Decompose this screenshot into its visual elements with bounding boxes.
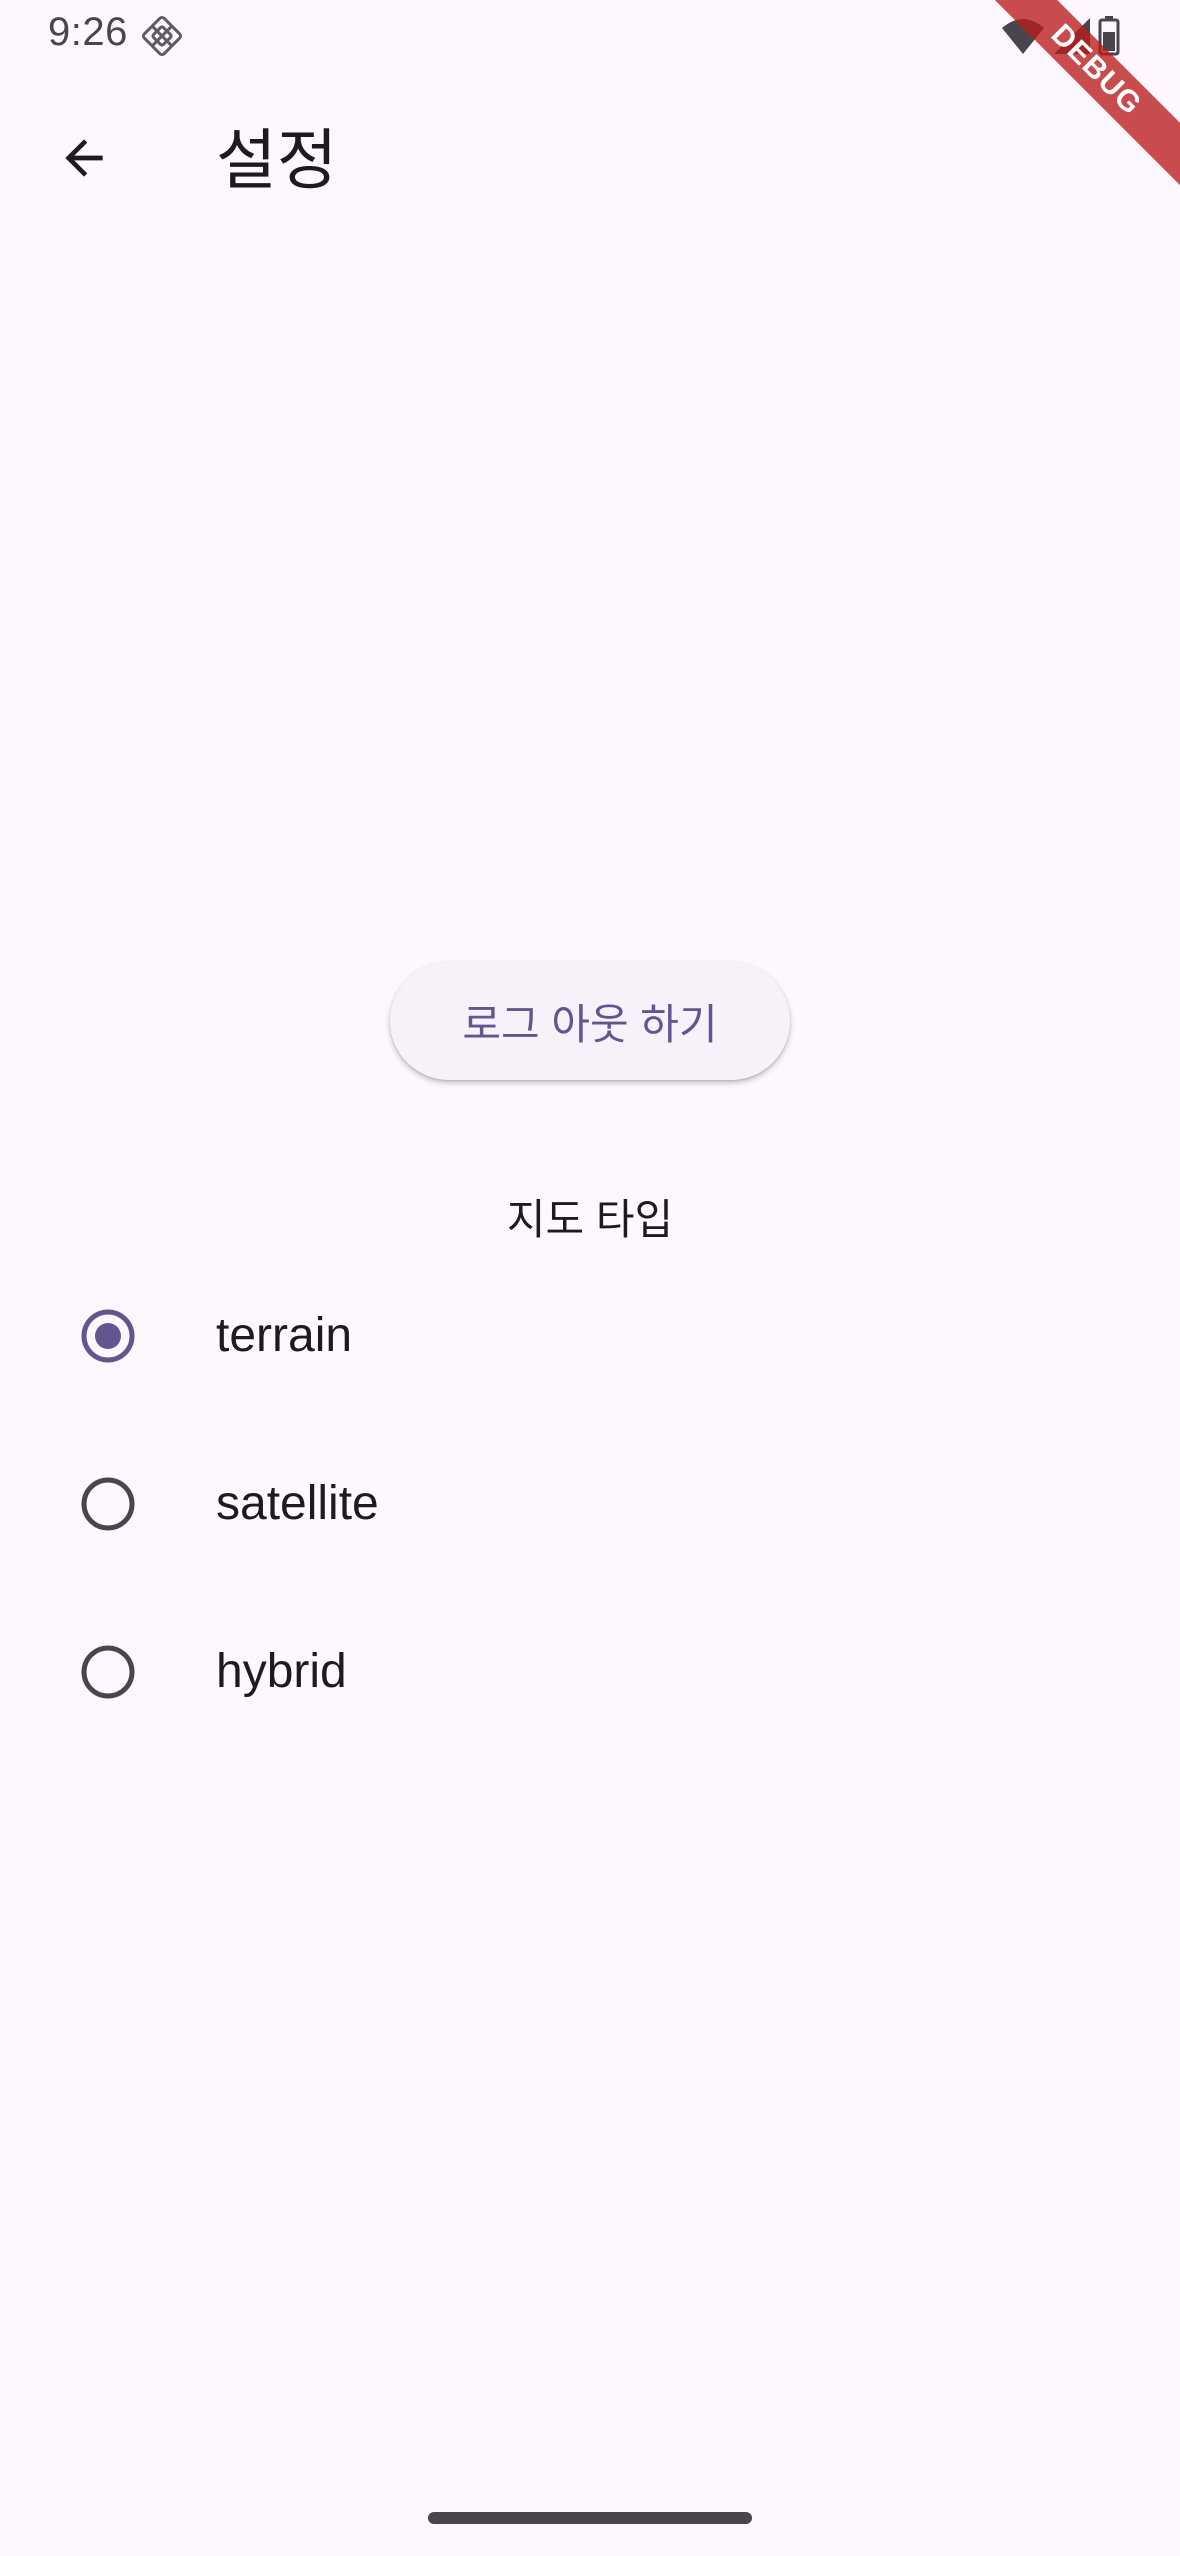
map-type-radio-group: terrain satellite hybrid <box>0 1252 1180 1756</box>
radio-label-satellite: satellite <box>216 1477 379 1530</box>
battery-icon <box>1098 16 1120 56</box>
status-icons <box>1000 12 1120 60</box>
app-notification-icon <box>140 14 184 58</box>
home-indicator[interactable] <box>428 2512 752 2524</box>
radio-option-terrain[interactable]: terrain <box>0 1252 1180 1420</box>
status-time: 9:26 <box>48 10 128 54</box>
radio-selected-icon[interactable] <box>80 1308 136 1364</box>
logout-button[interactable]: 로그 아웃 하기 <box>390 962 790 1080</box>
radio-option-satellite[interactable]: satellite <box>0 1420 1180 1588</box>
arrow-back-icon <box>56 130 112 191</box>
page-title: 설정 <box>216 123 338 197</box>
wifi-icon <box>1000 16 1046 56</box>
map-type-title: 지도 타입 <box>506 1196 674 1243</box>
radio-unselected-icon[interactable] <box>80 1476 136 1532</box>
back-button[interactable] <box>36 112 132 208</box>
status-bar: 9:26 <box>0 0 1180 72</box>
radio-label-hybrid: hybrid <box>216 1645 347 1698</box>
app-bar: 설정 <box>0 72 1180 242</box>
radio-option-hybrid[interactable]: hybrid <box>0 1588 1180 1756</box>
radio-unselected-icon[interactable] <box>80 1644 136 1700</box>
cellular-signal-icon <box>1052 16 1092 56</box>
radio-label-terrain: terrain <box>216 1309 353 1362</box>
settings-screen: 9:26 DEBUG 설정 로그 아웃 하기 지도 타입 terrain sat… <box>0 0 1180 2556</box>
